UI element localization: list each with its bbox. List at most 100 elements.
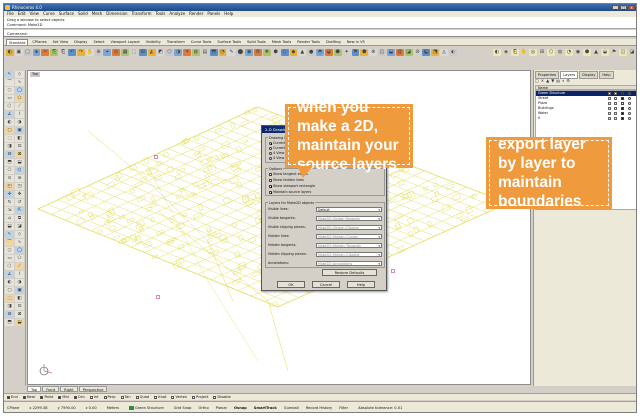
left-tool-icon[interactable]: ⌇ [15,271,24,278]
toolbar-tool-icon[interactable]: ☀ [183,49,192,56]
left-tool-icon[interactable]: ⇱ [15,207,24,214]
snap-tool-icon[interactable]: ▲ [592,49,600,56]
tab-cplanes[interactable]: CPlanes [30,39,48,45]
help-button[interactable]: Help [347,281,375,288]
layer-color-swatch[interactable] [621,107,624,110]
toolbar-tool-icon[interactable]: ⊞ [138,49,147,56]
command-prompt[interactable]: Command: [4,30,636,37]
left-tool-icon[interactable]: ∠ [5,271,14,278]
toolbar-tool-icon[interactable]: ⌖ [103,49,112,56]
layer-toolbar-icon[interactable]: ▤ [556,78,560,83]
maximize-button[interactable]: □ [620,5,627,10]
left-tool-icon[interactable]: ⟋ [15,263,24,270]
layer-lock-icon[interactable] [614,102,617,105]
toolbar-tool-icon[interactable]: ↶ [68,49,76,56]
layer-material-icon[interactable] [628,107,631,110]
left-tool-icon[interactable]: ○ [5,247,14,254]
tab-drafting[interactable]: Drafting [324,39,343,45]
toolbar-tool-icon[interactable]: ✂ [41,49,50,56]
toolbar-tool-icon[interactable]: ▥ [395,49,404,56]
toolbar-tool-icon[interactable]: ⎗ [59,49,68,56]
layer-material-icon[interactable] [628,102,631,105]
layer-visible-icon[interactable] [608,102,611,105]
toolbar-tool-icon[interactable]: ● [307,49,316,56]
toolbar-tool-icon[interactable]: ⬓ [386,49,395,56]
left-tool-icon[interactable]: ◑ [15,279,24,286]
layer-visible-icon[interactable] [608,117,611,120]
status-toggle-filter[interactable]: Filter [339,402,348,412]
left-tool-icon[interactable]: ⬒ [5,319,14,326]
toolbar-tool-icon[interactable]: ◉ [245,49,254,56]
snap-tool-icon[interactable]: ◈ [502,49,510,56]
layer-toolbar-icon[interactable]: ⌕ [562,78,564,83]
osnap-quad[interactable]: Quad [135,394,149,400]
left-tool-icon[interactable]: ∿ [15,79,24,86]
snap-tool-icon[interactable]: ◫ [619,49,627,56]
minimize-button[interactable]: _ [612,5,619,10]
snap-tool-icon[interactable]: ◐ [493,49,501,56]
left-tool-icon[interactable]: ◯ [15,247,24,254]
osnap-knot[interactable]: Knot [154,394,166,400]
toolbar-tool-icon[interactable]: ▦ [121,49,130,56]
toolbar-tool-icon[interactable]: ✦ [342,49,351,56]
snap-tool-icon[interactable]: ◎ [529,49,537,56]
option-show-viewport-rectangle[interactable]: Show viewport rectangle [269,184,315,188]
left-tool-icon[interactable]: ↻ [5,199,14,206]
layer-toolbar-icon[interactable]: □ [535,78,539,83]
left-tool-icon[interactable]: ◧ [15,135,24,142]
toolbar-tool-icon[interactable]: ◒ [324,49,333,56]
left-tool-icon[interactable]: ⬚ [5,135,14,142]
left-tool-icon[interactable]: ⊙ [5,175,14,182]
tab-mesh-tools[interactable]: Mesh Tools [270,39,293,45]
snap-tool-icon[interactable]: ⊞ [538,49,546,56]
osnap-disable[interactable]: Disable [213,394,231,400]
left-tool-icon[interactable]: ⟋ [15,103,24,110]
left-tool-icon[interactable]: ⌇ [15,111,24,118]
toolbar-tool-icon[interactable]: ◎ [112,49,121,56]
osnap-int[interactable]: Int [89,394,99,400]
toolbar-tool-icon[interactable]: ◬ [440,49,448,56]
toolbar-tool-icon[interactable]: ⬒ [209,49,218,56]
left-tool-icon[interactable]: ▢ [5,287,14,294]
viewport-tab-front[interactable]: Front [42,386,60,392]
toolbar-tool-icon[interactable]: ⎘ [50,49,59,56]
left-tool-icon[interactable]: ⬠ [15,95,24,102]
toolbar-tool-icon[interactable]: ⊕ [94,49,103,56]
left-tool-icon[interactable]: ∿ [15,239,24,246]
left-tool-icon[interactable]: ◐ [5,119,14,126]
osnap-point[interactable]: Point [40,394,53,400]
layer-lock-icon[interactable] [614,92,617,95]
toolbar-tool-icon[interactable]: ⬡ [165,49,174,56]
cancel-button[interactable]: Cancel [312,281,340,288]
snap-tool-icon[interactable]: ⬢ [583,49,591,56]
left-tool-icon[interactable]: ⬡ [5,263,14,270]
panel-tab-help[interactable]: Help [599,71,614,79]
tab-display[interactable]: Display [72,39,89,45]
left-tool-icon[interactable]: ◇ [15,71,24,78]
left-tool-icon[interactable]: ◯ [15,87,24,94]
left-tool-icon[interactable]: ⬒ [5,159,14,166]
panel-tab-display[interactable]: Display [579,71,599,79]
left-tool-icon[interactable]: ⬠ [15,255,24,262]
snap-tool-icon[interactable]: ◪ [628,49,636,56]
tab-viewport-layout[interactable]: Viewport Layout [109,39,142,45]
toolbar-tool-icon[interactable]: ⬣ [333,49,342,56]
layer-material-icon[interactable] [628,97,631,100]
toolbar-tool-icon[interactable]: ◔ [218,49,227,56]
tab-visibility[interactable]: Visibility [144,39,163,45]
layer-visible-icon[interactable] [608,107,611,110]
left-tool-icon[interactable]: ◐ [5,279,14,286]
left-tool-icon[interactable]: ↖ [5,71,14,78]
ok-button[interactable]: OK [277,281,305,288]
left-tool-icon[interactable]: ▭ [5,255,14,262]
left-tool-icon[interactable]: ⊡ [15,143,24,150]
viewport-label[interactable]: Top [30,72,41,77]
left-tool-icon[interactable]: ◨ [5,303,14,310]
left-tool-icon[interactable]: ⊡ [15,303,24,310]
status-toggle-osnap[interactable]: Osnap [234,402,247,412]
toolbar-tool-icon[interactable]: ▢ [23,49,32,56]
option-maintain-source-layers[interactable]: Maintain source layers [269,190,311,194]
option-show-hidden-lines[interactable]: Show hidden lines [269,178,304,182]
snap-tool-icon[interactable]: ◔ [565,49,573,56]
left-tool-icon[interactable]: ⌂ [5,215,14,222]
